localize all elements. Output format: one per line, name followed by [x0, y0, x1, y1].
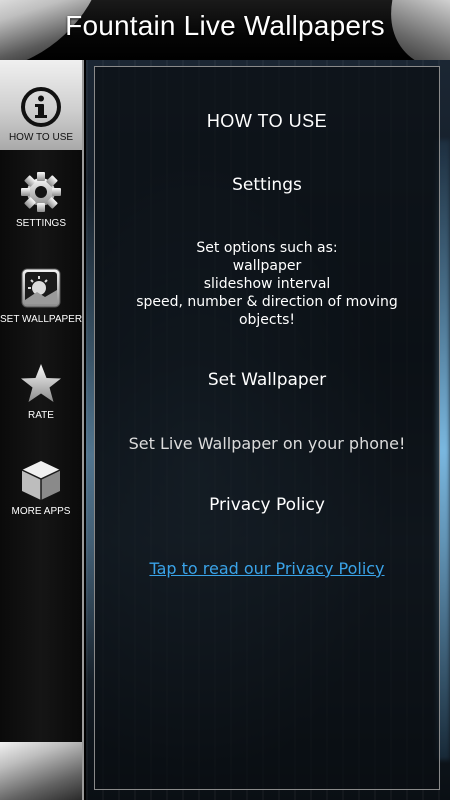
settings-heading: Settings: [232, 175, 302, 195]
star-icon: [21, 364, 61, 402]
page-title: HOW TO USE: [206, 111, 328, 131]
wallpaper-icon: [21, 268, 61, 308]
sidebar-chrome-bottom: [0, 742, 82, 800]
sidebar-item-set-wallpaper[interactable]: SET WALLPAPER: [0, 266, 82, 344]
privacy-heading: Privacy Policy: [209, 495, 325, 515]
info-icon: [21, 87, 61, 127]
cube-icon: [21, 461, 61, 500]
set-wallpaper-heading: Set Wallpaper: [207, 370, 327, 390]
sidebar-item-label: HOW TO USE: [8, 132, 74, 143]
sidebar-item-label: MORE APPS: [11, 506, 71, 517]
settings-line: wallpaper: [232, 258, 302, 274]
sidebar-item-more-apps[interactable]: MORE APPS: [0, 458, 82, 538]
sidebar-item-rate[interactable]: RATE: [0, 362, 82, 438]
sidebar-item-label: SET WALLPAPER: [0, 314, 83, 325]
settings-line: slideshow interval: [203, 276, 331, 292]
sidebar-nav: HOW TO USE SETTINGS SET WALLPAPER RATE M…: [0, 60, 84, 800]
sidebar-item-settings[interactable]: SETTINGS: [0, 170, 82, 250]
app-screen: Fountain Live Wallpapers HOW TO USE SETT…: [0, 0, 450, 800]
app-header: Fountain Live Wallpapers: [0, 0, 450, 60]
settings-line: Set options such as:: [196, 240, 338, 256]
content-panel: HOW TO USE Settings Set options such as:…: [86, 60, 450, 800]
settings-line: objects!: [238, 312, 296, 328]
sidebar-item-how-to-use[interactable]: HOW TO USE: [0, 60, 82, 150]
settings-line: speed, number & direction of moving: [136, 294, 398, 310]
settings-description: Set options such as: wallpaper slideshow…: [95, 239, 439, 329]
privacy-policy-link[interactable]: Tap to read our Privacy Policy: [149, 559, 384, 578]
set-wallpaper-description: Set Live Wallpaper on your phone!: [128, 434, 406, 453]
app-title: Fountain Live Wallpapers: [65, 10, 385, 41]
sidebar-item-label: RATE: [28, 410, 54, 421]
gear-icon: [21, 172, 61, 212]
sidebar-item-label: SETTINGS: [15, 218, 66, 229]
content-card: HOW TO USE Settings Set options such as:…: [94, 66, 440, 790]
background-light-left: [86, 180, 94, 680]
privacy-link-row: Tap to read our Privacy Policy: [95, 559, 439, 578]
